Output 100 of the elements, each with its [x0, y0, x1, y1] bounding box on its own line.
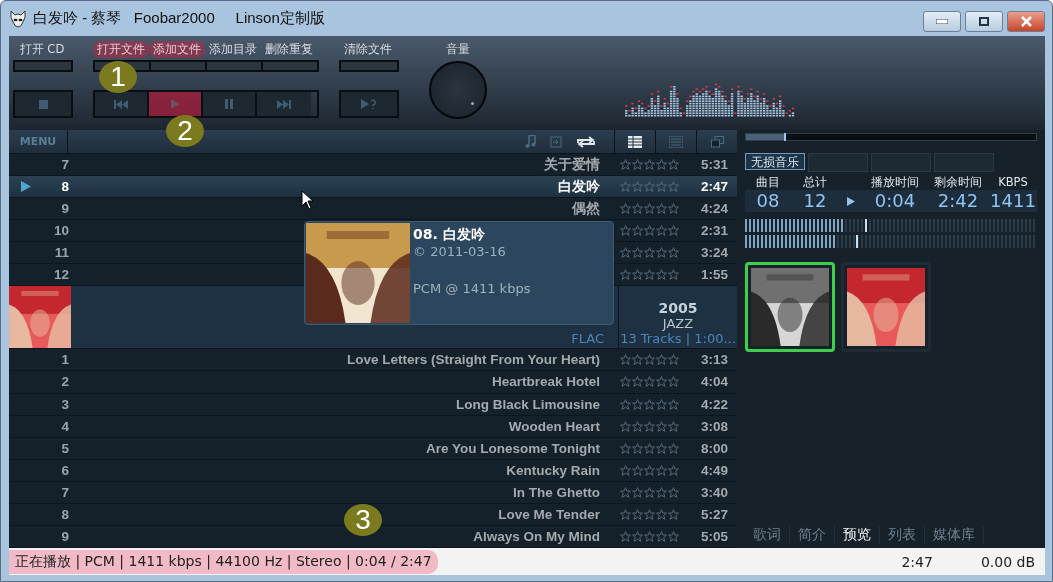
- track-title: 白发吟: [558, 177, 601, 196]
- track-number: 9: [60, 201, 69, 217]
- star-icon: [619, 464, 631, 476]
- track-duration: 4:04: [699, 374, 729, 390]
- star-icon: [631, 269, 643, 281]
- toolbar-label[interactable]: 添加文件: [149, 41, 205, 58]
- album-cover-frame[interactable]: [841, 262, 931, 352]
- star-icon: [655, 420, 667, 432]
- category-tab[interactable]: 无损音乐: [745, 153, 805, 170]
- panel-tab[interactable]: 媒体库: [925, 526, 984, 544]
- toolbar-label[interactable]: 添加目录: [205, 41, 261, 58]
- star-icon: [619, 203, 631, 215]
- star-icon: [667, 508, 679, 520]
- play-indicator-icon: [21, 181, 31, 193]
- volume-knob[interactable]: [429, 61, 487, 119]
- maximize-button[interactable]: [965, 11, 1003, 32]
- star-icon: [619, 269, 631, 281]
- star-icon: [631, 181, 643, 193]
- status-text: 正在播放 | PCM | 1411 kbps | 44100 Hz | Stereo | 0:04 / 2:47: [9, 549, 438, 574]
- track-number: 9: [60, 528, 69, 544]
- star-icon: [667, 398, 679, 410]
- panel-tab[interactable]: 预览: [835, 526, 880, 544]
- star-icon: [619, 247, 631, 259]
- track-duration: 8:00: [699, 440, 729, 456]
- toolbar-label[interactable]: 删除重复: [261, 41, 317, 58]
- star-icon: [643, 442, 655, 454]
- import-icon[interactable]: [550, 135, 562, 148]
- panel-tab[interactable]: 列表: [880, 526, 925, 544]
- track-number: 2: [60, 374, 69, 390]
- seek-bar[interactable]: [745, 133, 1037, 141]
- album-cover-frame[interactable]: [745, 262, 835, 352]
- star-icon: [619, 530, 631, 542]
- track-duration: 2:31: [699, 223, 729, 239]
- star-icon: [667, 181, 679, 193]
- star-icon: [655, 159, 667, 171]
- star-icon: [667, 203, 679, 215]
- playlist-row[interactable]: 7 关于爱情 5:31: [9, 154, 737, 177]
- close-button[interactable]: [1007, 11, 1045, 32]
- track-title: Long Black Limousine: [455, 396, 601, 412]
- track-title: Kentucky Rain: [506, 462, 601, 478]
- track-duration: 1:55: [699, 267, 729, 283]
- track-title: Love Letters (Straight From Your Heart): [346, 352, 601, 368]
- panel-tab[interactable]: 歌词: [745, 526, 790, 544]
- star-icon: [631, 464, 643, 476]
- star-icon: [643, 376, 655, 388]
- star-icon: [667, 464, 679, 476]
- star-icon: [655, 464, 667, 476]
- star-icon: [631, 398, 643, 410]
- star-icon: [619, 376, 631, 388]
- toolbar-label[interactable]: 打开文件: [93, 41, 149, 58]
- star-icon: [667, 486, 679, 498]
- next-button[interactable]: [257, 92, 311, 116]
- track-number: 7: [60, 484, 69, 500]
- play-button[interactable]: [149, 92, 203, 116]
- tooltip-format: PCM @ 1411 kbps: [413, 281, 531, 296]
- star-icon: [655, 181, 667, 193]
- star-icon: [667, 530, 679, 542]
- play-indicator-icon: [847, 196, 855, 206]
- pause-button[interactable]: [203, 92, 257, 116]
- star-icon: [655, 247, 667, 259]
- track-number: 4: [60, 418, 69, 434]
- star-icon: [667, 354, 679, 366]
- star-icon: [643, 247, 655, 259]
- star-icon: [631, 420, 643, 432]
- star-icon: [655, 508, 667, 520]
- track-title: Always On My Mind: [473, 528, 601, 544]
- info-value: 08: [745, 190, 791, 212]
- volume-label: 音量: [445, 41, 471, 58]
- close-icon: [1020, 16, 1032, 27]
- alien-head-icon: [9, 9, 27, 28]
- star-icon: [631, 486, 643, 498]
- track-number: 8: [60, 179, 69, 195]
- tooltip-date: © 2011-03-16: [413, 244, 507, 259]
- star-icon: [643, 420, 655, 432]
- info-label: 剩余时间: [933, 175, 983, 190]
- playlist-row[interactable]: 9 偶然 4:24: [9, 198, 737, 221]
- toolbar-label[interactable]: 清除文件: [339, 41, 397, 58]
- track-number: 7: [60, 157, 69, 173]
- star-icon: [643, 354, 655, 366]
- track-duration: 3:24: [699, 245, 729, 261]
- repeat-icon[interactable]: [576, 135, 596, 148]
- star-icon: [631, 442, 643, 454]
- prev-button[interactable]: [95, 92, 149, 116]
- star-icon: [655, 530, 667, 542]
- star-icon: [619, 181, 631, 193]
- track-number: 8: [60, 506, 69, 522]
- panel-tab[interactable]: 简介: [790, 526, 835, 544]
- toolbar-label[interactable]: 打开 CD: [13, 41, 71, 58]
- music-note-icon[interactable]: [525, 135, 536, 148]
- star-icon: [643, 181, 655, 193]
- star-icon: [643, 225, 655, 237]
- track-title: 关于爱情: [544, 155, 601, 174]
- stop-icon: [38, 99, 48, 109]
- track-number: 3: [60, 396, 69, 412]
- info-value: 2:42: [927, 190, 989, 212]
- album-summary: 13 Tracks | 1:00...: [620, 331, 736, 347]
- playlist-row[interactable]: 8 白发吟 2:47: [9, 176, 737, 199]
- track-title: Heartbreak Hotel: [491, 374, 601, 390]
- track-duration: 4:22: [699, 396, 729, 412]
- minimize-button[interactable]: [923, 11, 961, 32]
